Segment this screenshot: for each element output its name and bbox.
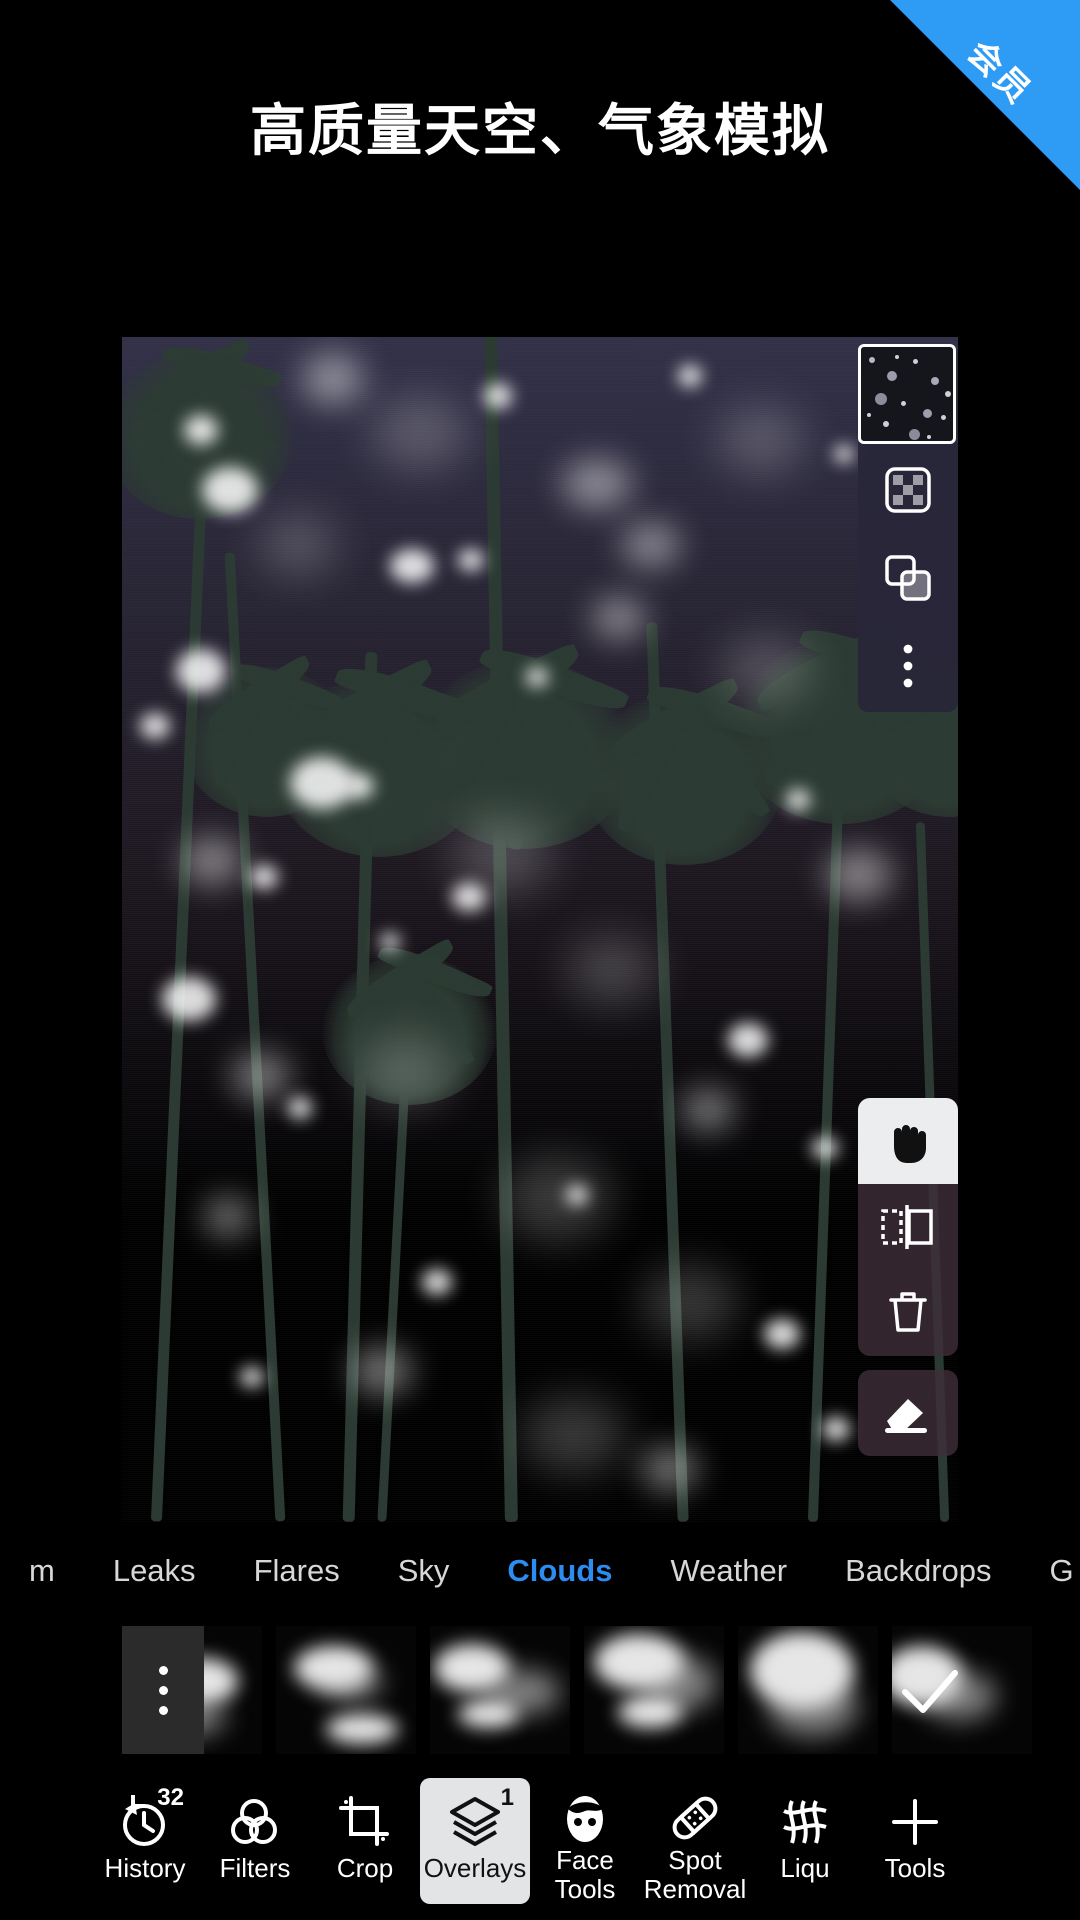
toolbar-tools[interactable]: Tools (860, 1778, 970, 1904)
delete-tool[interactable] (858, 1270, 958, 1356)
bandage-icon (672, 1796, 718, 1840)
erase-tool-group (858, 1370, 958, 1456)
toolbar-label: Face Tools (554, 1845, 616, 1904)
erase-tool[interactable] (858, 1370, 958, 1456)
toolbar-history[interactable]: 32 History (90, 1778, 200, 1904)
flip-horizontal-icon (881, 1205, 933, 1249)
toolbar-label: Overlays (423, 1853, 527, 1883)
toolbar-label: Tools (884, 1853, 946, 1883)
toolbar-filters[interactable]: Filters (200, 1778, 310, 1904)
film-grain-overlay (122, 337, 958, 1522)
toolbar-spot-removal[interactable]: Spot Removal (640, 1778, 750, 1904)
three-circles-icon (231, 1799, 277, 1844)
vip-ribbon[interactable]: 会员 (890, 0, 1080, 190)
checkerboard-icon (885, 467, 931, 513)
toolbar-label: Filters (219, 1853, 291, 1883)
plus-icon (890, 1792, 940, 1852)
tab-flares[interactable]: Flares (225, 1553, 369, 1589)
layer-more-button[interactable] (882, 640, 934, 692)
face-icon (560, 1792, 610, 1844)
tab-clouds[interactable]: Clouds (478, 1553, 641, 1589)
move-tool[interactable] (858, 1098, 958, 1184)
plus-icon (892, 1799, 938, 1845)
crop-icon (339, 1792, 391, 1852)
check-icon (902, 1670, 958, 1713)
bottom-toolbar[interactable]: 32 History Filters Crop 1 Overlays Face T… (0, 1778, 1080, 1920)
more-dot (158, 1685, 168, 1695)
toolbar-face-tools[interactable]: Face Tools (530, 1778, 640, 1904)
liquify-grid-icon (780, 1792, 830, 1852)
overlapping-squares-icon (885, 555, 931, 601)
toolbar-label: Spot Removal (643, 1845, 747, 1904)
face-icon (567, 1796, 603, 1842)
tab-weather[interactable]: Weather (641, 1553, 816, 1589)
hand-icon (894, 1125, 926, 1163)
opacity-mask-button[interactable] (882, 464, 934, 516)
cloud-thumb-3[interactable] (430, 1626, 570, 1754)
blend-mode-button[interactable] (882, 552, 934, 604)
cloud-thumb-5[interactable] (738, 1626, 878, 1754)
tab-g[interactable]: G (1021, 1553, 1080, 1589)
more-vertical-icon (903, 644, 913, 688)
bandage-icon (669, 1792, 721, 1844)
cloud-thumb-4[interactable] (584, 1626, 724, 1754)
toolbar-label: Liqu (780, 1854, 830, 1883)
overlay-more-options[interactable] (122, 1626, 204, 1754)
photo-canvas[interactable] (122, 337, 958, 1522)
layers-icon (450, 1797, 500, 1846)
layers-panel[interactable] (858, 344, 958, 712)
toolbar-liqu[interactable]: Liqu (750, 1778, 860, 1904)
flip-tool[interactable] (858, 1184, 958, 1270)
liquify-grid-icon (783, 1800, 827, 1844)
transform-tool-group (858, 1098, 958, 1356)
trash-icon (889, 1292, 927, 1332)
three-circles-icon (228, 1792, 282, 1852)
overlay-layer-thumbnail[interactable] (858, 344, 956, 444)
overlay-category-tabs[interactable]: m Leaks Flares Sky Clouds Weather Backdrops G (0, 1540, 1080, 1602)
tab-backdrops[interactable]: Backdrops (816, 1553, 1020, 1589)
cloud-thumb-2[interactable] (276, 1626, 416, 1754)
tab-leaks[interactable]: Leaks (84, 1553, 225, 1589)
crop-icon (339, 1796, 389, 1846)
toolbar-label: Crop (336, 1853, 394, 1883)
layers-actions-strip (858, 442, 958, 712)
transform-tool-panel (858, 1098, 958, 1456)
tab-sky[interactable]: Sky (369, 1553, 479, 1589)
eraser-icon (885, 1399, 927, 1433)
toolbar-crop[interactable]: Crop (310, 1778, 420, 1904)
toolbar-badge: 1 (500, 1784, 514, 1811)
tab-m[interactable]: m (0, 1553, 84, 1589)
more-dot (158, 1705, 168, 1715)
confirm-check-button[interactable] (880, 1648, 980, 1734)
toolbar-overlays[interactable]: 1 Overlays (420, 1778, 530, 1904)
more-dot (158, 1665, 168, 1675)
toolbar-label: History (104, 1853, 186, 1883)
layers-icon (448, 1792, 502, 1852)
toolbar-badge: 32 (157, 1784, 184, 1811)
